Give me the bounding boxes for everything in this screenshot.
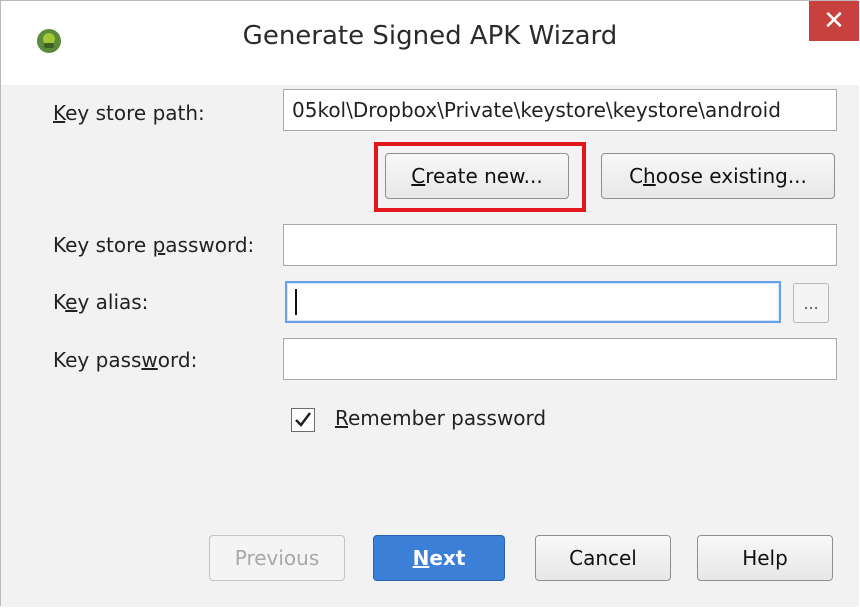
create-new-accel: C [411, 164, 426, 188]
key-alias-label: Key alias: [53, 290, 148, 314]
window-title: Generate Signed APK Wizard [242, 21, 618, 51]
key-password-label-pre: Key pass [53, 348, 142, 372]
next-accel: N [412, 546, 430, 570]
title-bar: Generate Signed APK Wizard ✕ [1, 1, 859, 85]
key-password-label: Key password: [53, 348, 197, 372]
remember-password-rest: emember password [348, 406, 547, 430]
cancel-label: Cancel [569, 546, 637, 570]
key-alias-browse-button[interactable]: ... [793, 283, 829, 323]
cancel-button[interactable]: Cancel [535, 535, 671, 581]
key-store-password-label: Key store password: [53, 233, 254, 257]
choose-existing-pre: C [629, 164, 644, 188]
key-password-label-accel: w [141, 348, 158, 372]
key-password-label-rest: ord: [157, 348, 198, 372]
dialog-content: Key store path: 05kol\Dropbox\Private\ke… [1, 85, 859, 607]
choose-existing-rest: oose existing... [655, 164, 807, 188]
choose-existing-button[interactable]: Ch oose existing... [601, 153, 835, 199]
next-rest: ext [429, 546, 466, 570]
key-alias-label-rest: y alias: [77, 290, 149, 314]
remember-password-checkbox[interactable] [291, 408, 315, 432]
close-button[interactable]: ✕ [809, 1, 859, 41]
key-store-path-label-accel: K [53, 101, 66, 125]
choose-existing-accel: h [643, 164, 656, 188]
dialog-window: Generate Signed APK Wizard ✕ Key store p… [0, 0, 859, 607]
key-store-password-label-pre: Key store [53, 233, 153, 257]
key-store-password-label-accel: p [152, 233, 166, 257]
close-icon: ✕ [823, 6, 845, 36]
key-store-path-label-rest: ey store path: [65, 101, 205, 125]
key-store-password-label-rest: assword: [165, 233, 255, 257]
key-store-path-value: 05kol\Dropbox\Private\keystore\keystore\… [292, 98, 781, 122]
key-store-path-input[interactable]: 05kol\Dropbox\Private\keystore\keystore\… [283, 89, 837, 131]
next-button[interactable]: Next [373, 535, 505, 581]
create-new-rest: reate new... [425, 164, 543, 188]
previous-label: Previous [234, 546, 320, 570]
text-caret [295, 289, 297, 315]
key-store-password-input[interactable] [283, 224, 837, 266]
key-alias-label-accel: e [65, 290, 78, 314]
previous-button[interactable]: Previous [209, 535, 345, 581]
create-new-button[interactable]: Create new... [385, 153, 569, 199]
help-label: Help [742, 546, 788, 570]
help-button[interactable]: Help [697, 535, 833, 581]
key-alias-label-pre: K [53, 290, 66, 314]
remember-password-accel: R [335, 406, 348, 430]
key-password-input[interactable] [283, 338, 837, 380]
checkmark-icon [295, 412, 311, 427]
ellipsis-icon: ... [803, 293, 819, 313]
remember-password-label[interactable]: Remember password [335, 406, 546, 430]
key-store-path-label: Key store path: [53, 101, 205, 125]
key-alias-input[interactable] [285, 281, 781, 323]
